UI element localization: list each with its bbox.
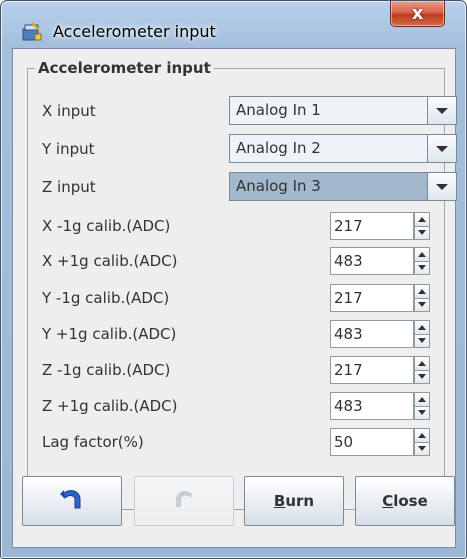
x-plus-calib-input[interactable]: 483 (330, 247, 414, 275)
spin-down-icon[interactable] (414, 261, 430, 275)
group-title: Accelerometer input (35, 59, 214, 77)
y-plus-calib-spinner: 483 (330, 320, 430, 348)
x-plus-calib-label: X +1g calib.(ADC) (42, 252, 178, 270)
spin-down-icon[interactable] (414, 334, 430, 348)
y-minus-calib-input[interactable]: 217 (330, 284, 414, 312)
x-plus-calib-spinner: 483 (330, 247, 430, 275)
undo-button[interactable] (22, 476, 122, 526)
spin-up-icon[interactable] (414, 320, 430, 335)
spin-buttons (414, 392, 430, 420)
title-bar[interactable]: Accelerometer input x (1, 1, 466, 49)
dialog-content: Accelerometer input X input Analog In 1 … (12, 48, 457, 548)
spin-up-icon[interactable] (414, 284, 430, 299)
spin-down-icon[interactable] (414, 442, 430, 456)
x-input-select[interactable]: Analog In 1 (229, 96, 457, 125)
z-input-label: Z input (42, 178, 96, 196)
z-input-value: Analog In 3 (230, 173, 428, 200)
redo-arrow-icon (170, 486, 198, 516)
y-minus-calib-spinner: 217 (330, 284, 430, 312)
spin-buttons (414, 428, 430, 456)
y-input-select[interactable]: Analog In 2 (229, 134, 457, 163)
chevron-down-icon[interactable] (428, 135, 456, 162)
burn-button[interactable]: Burn (244, 476, 344, 526)
spin-buttons (414, 284, 430, 312)
redo-button[interactable] (134, 476, 234, 526)
z-plus-calib-label: Z +1g calib.(ADC) (42, 397, 178, 415)
z-minus-calib-label: Z -1g calib.(ADC) (42, 361, 171, 379)
x-input-value: Analog In 1 (230, 97, 428, 124)
dialog-window: Accelerometer input x Accelerometer inpu… (0, 0, 467, 559)
x-minus-calib-spinner: 217 (330, 212, 430, 240)
spin-down-icon[interactable] (414, 298, 430, 312)
spin-down-icon[interactable] (414, 406, 430, 420)
spin-buttons (414, 320, 430, 348)
spin-buttons (414, 356, 430, 384)
y-input-label: Y input (42, 140, 95, 158)
burn-mnemonic: B (273, 492, 286, 510)
lag-factor-spinner: 50 (330, 428, 430, 456)
close-button[interactable]: Close (355, 476, 455, 526)
y-plus-calib-input[interactable]: 483 (330, 320, 414, 348)
lag-factor-input[interactable]: 50 (330, 428, 414, 456)
app-icon (21, 21, 43, 43)
window-close-button[interactable]: x (390, 1, 445, 27)
spin-down-icon[interactable] (414, 226, 430, 240)
burn-label-rest: urn (285, 492, 315, 510)
spin-up-icon[interactable] (414, 247, 430, 262)
x-input-label: X input (42, 102, 96, 120)
undo-arrow-icon (58, 486, 86, 516)
close-icon: x (411, 2, 424, 24)
chevron-down-icon[interactable] (428, 173, 456, 200)
y-input-value: Analog In 2 (230, 135, 428, 162)
spin-up-icon[interactable] (414, 212, 430, 227)
close-mnemonic: C (382, 492, 394, 510)
x-minus-calib-label: X -1g calib.(ADC) (42, 217, 171, 235)
spin-up-icon[interactable] (414, 356, 430, 371)
close-label-rest: lose (393, 492, 428, 510)
chevron-down-icon[interactable] (428, 97, 456, 124)
y-minus-calib-label: Y -1g calib.(ADC) (42, 289, 170, 307)
z-plus-calib-spinner: 483 (330, 392, 430, 420)
spin-buttons (414, 247, 430, 275)
spin-down-icon[interactable] (414, 370, 430, 384)
z-plus-calib-input[interactable]: 483 (330, 392, 414, 420)
spin-up-icon[interactable] (414, 428, 430, 443)
window-title: Accelerometer input (53, 22, 216, 41)
x-minus-calib-input[interactable]: 217 (330, 212, 414, 240)
z-minus-calib-spinner: 217 (330, 356, 430, 384)
spin-buttons (414, 212, 430, 240)
z-input-select[interactable]: Analog In 3 (229, 172, 457, 201)
spin-up-icon[interactable] (414, 392, 430, 407)
y-plus-calib-label: Y +1g calib.(ADC) (42, 325, 177, 343)
z-minus-calib-input[interactable]: 217 (330, 356, 414, 384)
lag-factor-label: Lag factor(%) (42, 433, 144, 451)
